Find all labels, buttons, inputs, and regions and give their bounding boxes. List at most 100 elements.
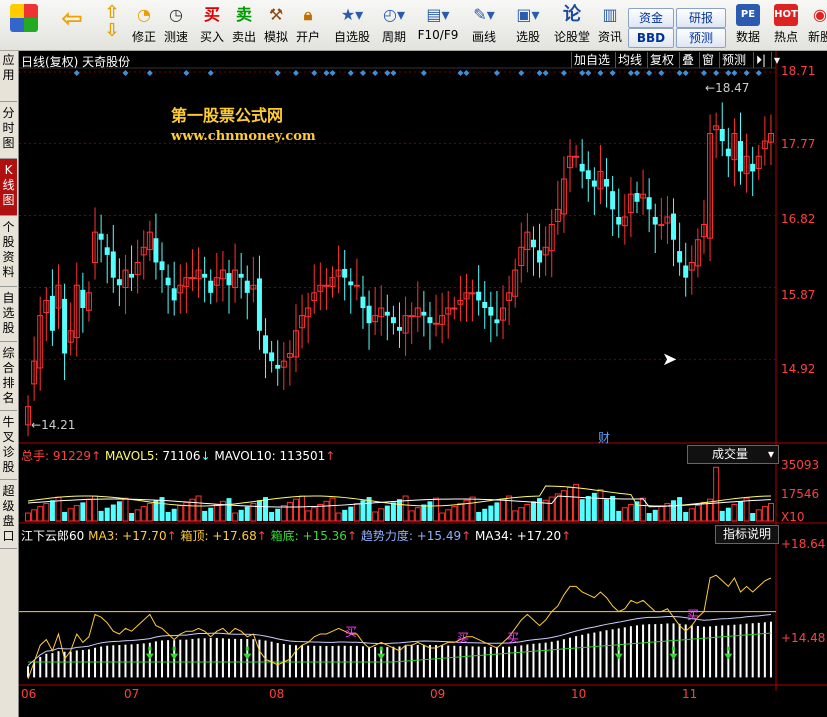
chart-header-button[interactable]: ⏵| (753, 52, 768, 68)
signal-diamond (207, 70, 214, 76)
candle-body (738, 141, 744, 172)
up-down-button[interactable]: ⇧ ⇩ (98, 4, 126, 48)
x-axis-month: 08 (269, 687, 285, 701)
buy-signal: 买 (457, 631, 470, 645)
chart-header-button[interactable]: 复权 (647, 52, 676, 68)
signal-diamond (457, 70, 464, 76)
volume-bar (134, 509, 141, 522)
signal-diamond (646, 70, 653, 76)
tab-watchlist-label: 自选股 (2, 291, 15, 335)
revise-label: 修正 (131, 30, 156, 44)
open-account-button[interactable]: 🔒︎ 开户 (292, 4, 324, 48)
candle-body (585, 170, 591, 180)
volume-legend: 总手: 91229↑ MAVOL5: 71106↓ MAVOL10: 11350… (21, 449, 336, 463)
star-folder-icon: ★▾ (340, 5, 364, 24)
volume-bar (129, 513, 135, 521)
chart-header-button[interactable]: 均线 (615, 52, 644, 68)
indicator-axis-label: +18.64 (781, 537, 826, 551)
select-button[interactable]: ▣▾ 选股 (508, 4, 548, 48)
volume-bar (402, 495, 409, 522)
chart-area[interactable]: 日线(复权) 天奇股份 加自选 均线 复权叠窗预测 ⏵| ▾ 第一股票公式网 www.c… (19, 51, 827, 717)
x-axis-month: 09 (430, 687, 446, 701)
signal-diamond (73, 70, 80, 76)
bbd-button[interactable]: BBD (628, 28, 674, 48)
volume-bar (256, 500, 262, 521)
hot-button[interactable]: HOT 热点 (770, 4, 802, 48)
simulate-button[interactable]: ⚒ 模拟 (260, 4, 292, 48)
predict-button[interactable]: 预测 (676, 28, 726, 48)
measure-button[interactable]: ◷ 测速 (160, 4, 192, 48)
volume-bar (378, 508, 385, 522)
volume-bar (353, 502, 360, 522)
candle-body (719, 128, 725, 142)
volume-bar (743, 497, 750, 522)
f10-icon: ▤▾ (426, 5, 450, 24)
volume-axis-label: 17546 (781, 487, 820, 501)
candle-body (433, 322, 440, 325)
signal-diamond (755, 70, 762, 76)
period-button[interactable]: ◴▾ 周期 (376, 4, 412, 48)
back-button[interactable]: ⇦ (52, 4, 92, 48)
volume-bar (585, 496, 591, 521)
tab-apps[interactable]: 应用 (0, 51, 17, 102)
volume-bar (49, 500, 55, 521)
fund-button[interactable]: 资金 (628, 8, 674, 28)
signal-diamond (700, 70, 707, 76)
volume-bar (627, 504, 634, 522)
f10-button[interactable]: ▤▾ F10/F9 (416, 4, 460, 48)
research-button[interactable]: 研报 (676, 8, 726, 28)
trend-label: 趋势力度 (360, 529, 409, 543)
volume-bar (299, 495, 306, 522)
indicator-select[interactable]: 成交量 ▾ (687, 445, 779, 464)
tab-watchlist[interactable]: 自选股 (0, 287, 17, 342)
volume-bar (604, 499, 610, 521)
revise-button[interactable]: ◔ 修正 (128, 4, 160, 48)
new-stock-button[interactable]: ◉ 新股 (804, 4, 827, 48)
volume-bar (384, 505, 390, 521)
kline-chart[interactable] (19, 51, 827, 717)
tab-diagnose[interactable]: 牛叉诊股 (0, 411, 17, 480)
volume-bar (506, 495, 513, 522)
tab-intraday-label: 分时图 (2, 106, 15, 150)
volume-bar (146, 502, 153, 522)
ma3-label: MA3 (88, 529, 115, 543)
candle-body (110, 251, 116, 278)
volume-bar (165, 511, 171, 521)
volume-bar (329, 497, 336, 522)
candle-body (494, 319, 500, 324)
sell-label: 卖出 (231, 30, 256, 44)
news-button[interactable]: ▥ 资讯 (594, 4, 626, 48)
tab-kline[interactable]: K线图 (0, 159, 17, 216)
tab-super-panel[interactable]: 超级盘口 (0, 480, 17, 549)
forum-button[interactable]: 论 论股堂 (552, 4, 592, 48)
volume-bar (597, 489, 604, 522)
candle-body (671, 213, 677, 240)
signal-diamond (122, 70, 129, 76)
tab-profile[interactable]: 个股资料 (0, 216, 17, 287)
chart-header-button[interactable]: 预测 (719, 52, 748, 68)
data-button[interactable]: PE 数据 (732, 4, 764, 48)
tab-intraday[interactable]: 分时图 (0, 102, 17, 159)
candle-body (226, 273, 232, 286)
volume-bar (275, 508, 281, 521)
volume-bar (213, 504, 220, 522)
volume-bar (98, 510, 104, 521)
candle-body (62, 298, 68, 354)
tab-ranking[interactable]: 综合排名 (0, 342, 17, 411)
chart-header-button[interactable]: 叠 (679, 52, 696, 68)
watermark-title: 第一股票公式网 (171, 106, 284, 125)
volume-bar (719, 510, 725, 521)
buy-button[interactable]: 买 买入 (196, 4, 228, 48)
period-label: 周期 (381, 30, 406, 44)
sell-button[interactable]: 卖 卖出 (228, 4, 260, 48)
volume-bar (25, 512, 32, 522)
candle-body (189, 277, 196, 280)
draw-button[interactable]: ✎▾ 画线 (464, 4, 504, 48)
data-label: 数据 (735, 30, 760, 44)
watchlist-button[interactable]: ★▾ 自选股 (330, 4, 374, 48)
fullscreen-button[interactable] (6, 4, 42, 48)
chart-header-button[interactable]: 加自选 (571, 52, 612, 68)
chart-header-button[interactable]: 窗 (699, 52, 716, 68)
signal-diamond (420, 70, 427, 76)
indicator-help-button[interactable]: 指标说明 (715, 525, 779, 544)
